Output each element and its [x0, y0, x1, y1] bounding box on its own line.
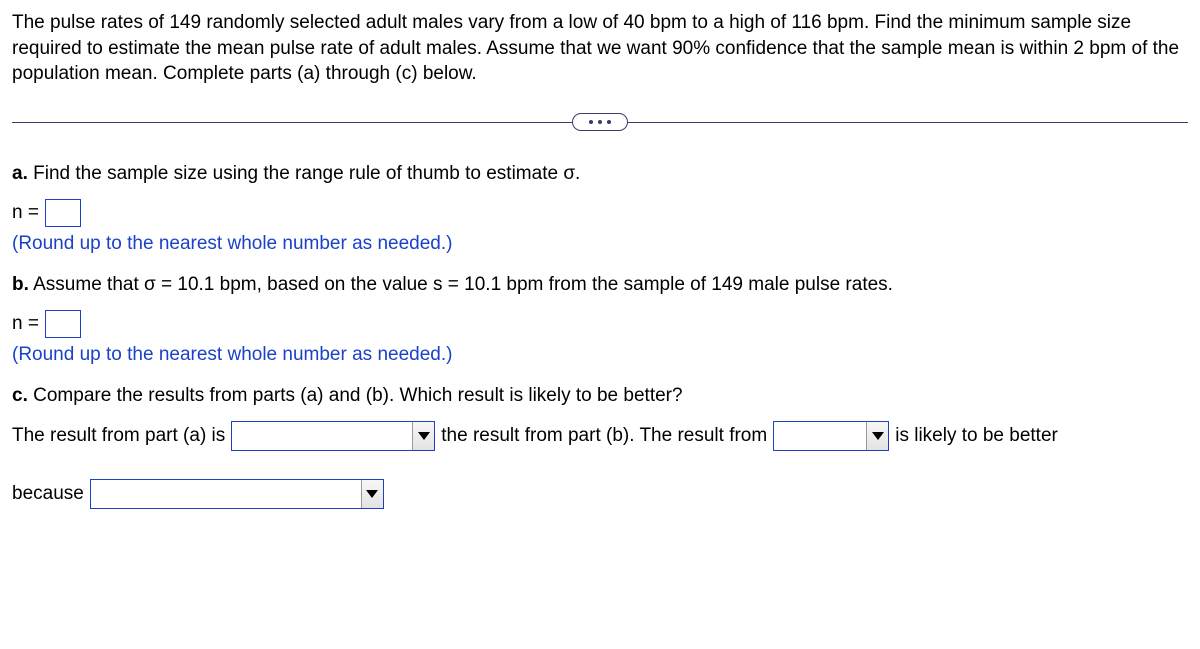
dropdown-reason-value: [91, 480, 361, 508]
dropdown-reason[interactable]: [90, 479, 384, 509]
dropdown-which-part[interactable]: [773, 421, 889, 451]
part-a: a. Find the sample size using the range …: [12, 161, 1188, 187]
part-c-seg1: The result from part (a) is: [12, 423, 225, 449]
part-b-label: b.: [12, 274, 29, 295]
part-a-n-input[interactable]: [45, 199, 81, 227]
part-b-text: Assume that σ = 10.1 bpm, based on the v…: [33, 274, 893, 295]
chevron-down-icon: [412, 422, 434, 450]
part-c-seg4: because: [12, 481, 84, 507]
section-divider: [12, 111, 1188, 133]
chevron-down-icon: [361, 480, 383, 508]
part-c-text: Compare the results from parts (a) and (…: [33, 385, 682, 406]
part-b-n-input[interactable]: [45, 310, 81, 338]
dropdown-which-part-value: [774, 422, 866, 450]
part-a-answer-row: n =: [12, 199, 1188, 227]
part-b-n-equals: n =: [12, 311, 39, 337]
part-a-n-equals: n =: [12, 200, 39, 226]
part-c-label: c.: [12, 385, 28, 406]
part-a-label: a.: [12, 163, 28, 184]
chevron-down-icon: [866, 422, 888, 450]
part-b: b. Assume that σ = 10.1 bpm, based on th…: [12, 272, 1188, 298]
part-a-hint: (Round up to the nearest whole number as…: [12, 231, 1188, 257]
part-c-sentence: The result from part (a) is the result f…: [12, 421, 1188, 509]
dropdown-compare[interactable]: [231, 421, 435, 451]
part-b-hint: (Round up to the nearest whole number as…: [12, 342, 1188, 368]
problem-intro: The pulse rates of 149 randomly selected…: [12, 10, 1188, 87]
dropdown-compare-value: [232, 422, 412, 450]
part-c-seg2: the result from part (b). The result fro…: [441, 423, 767, 449]
part-b-answer-row: n =: [12, 310, 1188, 338]
ellipsis-icon: [589, 120, 611, 124]
part-c-seg3: is likely to be better: [895, 423, 1058, 449]
ellipsis-toggle[interactable]: [572, 113, 628, 131]
part-c: c. Compare the results from parts (a) an…: [12, 383, 1188, 409]
part-a-text: Find the sample size using the range rul…: [33, 163, 580, 184]
